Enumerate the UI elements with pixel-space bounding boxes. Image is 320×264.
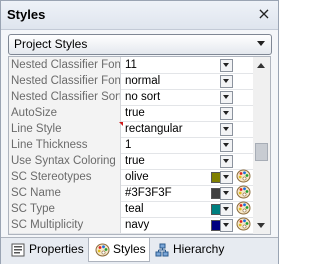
value-combo[interactable]: true <box>123 154 233 168</box>
combo-dropdown-button[interactable] <box>220 139 233 152</box>
chevron-down-icon <box>257 41 265 46</box>
tab-label: Properties <box>29 242 84 256</box>
property-row[interactable]: Nested Classifier Sort no sort <box>9 89 254 106</box>
property-name: Line Thickness <box>9 137 121 153</box>
chevron-down-icon <box>223 191 229 195</box>
property-value: navy <box>125 219 150 231</box>
chevron-down-icon <box>223 175 229 179</box>
property-name: SC Name <box>9 185 121 201</box>
combo-dropdown-button[interactable] <box>220 123 233 136</box>
combo-dropdown-button[interactable] <box>220 107 233 120</box>
color-combo[interactable]: teal <box>123 202 233 216</box>
tab-hierarchy[interactable]: Hierarchy <box>149 238 231 260</box>
combo-dropdown-button[interactable] <box>220 171 233 184</box>
chevron-down-icon <box>223 159 229 163</box>
vertical-scrollbar[interactable] <box>253 56 271 235</box>
close-icon[interactable]: × <box>256 5 272 23</box>
combo-dropdown-button[interactable] <box>220 187 233 200</box>
property-row[interactable]: SC Name #3F3F3F <box>9 185 254 202</box>
property-row[interactable]: Line Style rectangular <box>9 121 254 138</box>
combo-dropdown-button[interactable] <box>220 75 233 88</box>
value-combo[interactable]: normal <box>123 74 233 88</box>
scroll-up-button[interactable] <box>253 57 270 73</box>
property-value: no sort <box>125 91 161 103</box>
property-value: true <box>125 107 145 119</box>
property-value: true <box>125 155 145 167</box>
property-row[interactable]: AutoSize true <box>9 105 254 122</box>
property-name: Use Syntax Coloring <box>9 153 121 169</box>
chevron-down-icon <box>223 63 229 67</box>
chevron-down-icon <box>223 207 229 211</box>
chevron-down-icon <box>223 127 229 131</box>
property-row[interactable]: Line Thickness 1 <box>9 137 254 154</box>
palette-icon <box>95 242 110 257</box>
property-value: olive <box>125 171 149 183</box>
property-value: #3F3F3F <box>125 187 172 199</box>
property-name: Nested Classifier Sort <box>9 89 121 105</box>
styles-scope-value: Project Styles <box>14 37 88 51</box>
window-title: Styles <box>7 7 46 22</box>
color-combo[interactable]: olive <box>123 170 233 184</box>
property-row[interactable]: SC Stereotypes olive <box>9 169 254 186</box>
property-name: Nested Classifier Font <box>9 73 121 89</box>
hierarchy-icon <box>155 242 169 257</box>
arrow-up-icon <box>257 63 265 68</box>
value-combo[interactable]: no sort <box>123 90 233 104</box>
combo-dropdown-button[interactable] <box>220 59 233 72</box>
value-combo[interactable]: rectangular <box>123 122 233 136</box>
value-combo[interactable]: true <box>123 106 233 120</box>
property-value: 11 <box>125 59 137 71</box>
tab-label: Styles <box>113 242 146 256</box>
property-name: SC Stereotypes <box>9 169 121 185</box>
chevron-down-icon <box>223 95 229 99</box>
color-palette-icon[interactable] <box>236 185 251 199</box>
property-value: 1 <box>125 139 132 151</box>
chevron-down-icon <box>223 79 229 83</box>
color-palette-icon[interactable] <box>236 169 251 183</box>
color-palette-icon[interactable] <box>236 217 251 231</box>
property-name: SC Type <box>9 201 121 217</box>
combo-dropdown-button[interactable] <box>220 203 233 216</box>
chevron-down-icon <box>223 111 229 115</box>
tab-label: Hierarchy <box>173 242 225 256</box>
color-combo[interactable]: navy <box>123 218 233 232</box>
property-row[interactable]: Use Syntax Coloring true <box>9 153 254 170</box>
property-name: SC Multiplicity <box>9 217 121 233</box>
styles-property-grid: Nested Classifier Font 11 Nested Classifie… <box>8 56 255 235</box>
tab-styles[interactable]: Styles <box>88 238 150 262</box>
property-name: Line Style <box>9 121 121 137</box>
tab-properties[interactable]: Properties <box>5 238 87 260</box>
property-row[interactable]: SC Multiplicity navy <box>9 217 254 234</box>
bottom-tab-bar: Properties Styles Hierarchy <box>1 237 278 264</box>
value-combo[interactable]: 11 <box>123 58 233 72</box>
color-palette-icon[interactable] <box>236 201 251 215</box>
styles-window: Styles × Project Styles Nested Classifie… <box>0 0 279 264</box>
combo-dropdown-button[interactable] <box>220 91 233 104</box>
styles-scope-dropdown[interactable]: Project Styles <box>8 34 272 55</box>
property-row[interactable]: Nested Classifier Font normal <box>9 73 254 90</box>
property-name: Nested Classifier Font <box>9 57 121 73</box>
title-bar[interactable]: Styles × <box>1 1 278 30</box>
arrow-down-icon <box>257 223 265 228</box>
color-combo[interactable]: #3F3F3F <box>123 186 233 200</box>
properties-icon <box>11 242 25 257</box>
property-value: rectangular <box>125 123 183 135</box>
scroll-thumb[interactable] <box>255 143 268 161</box>
property-value: teal <box>125 203 144 215</box>
chevron-down-icon <box>223 223 229 227</box>
property-name: AutoSize <box>9 105 121 121</box>
chevron-down-icon <box>223 143 229 147</box>
combo-dropdown-button[interactable] <box>220 155 233 168</box>
property-value: normal <box>125 75 161 87</box>
property-row[interactable]: Nested Classifier Font 11 <box>9 57 254 74</box>
combo-dropdown-button[interactable] <box>220 219 233 232</box>
scroll-down-button[interactable] <box>253 218 270 234</box>
property-row[interactable]: SC Type teal <box>9 201 254 218</box>
value-combo[interactable]: 1 <box>123 138 233 152</box>
